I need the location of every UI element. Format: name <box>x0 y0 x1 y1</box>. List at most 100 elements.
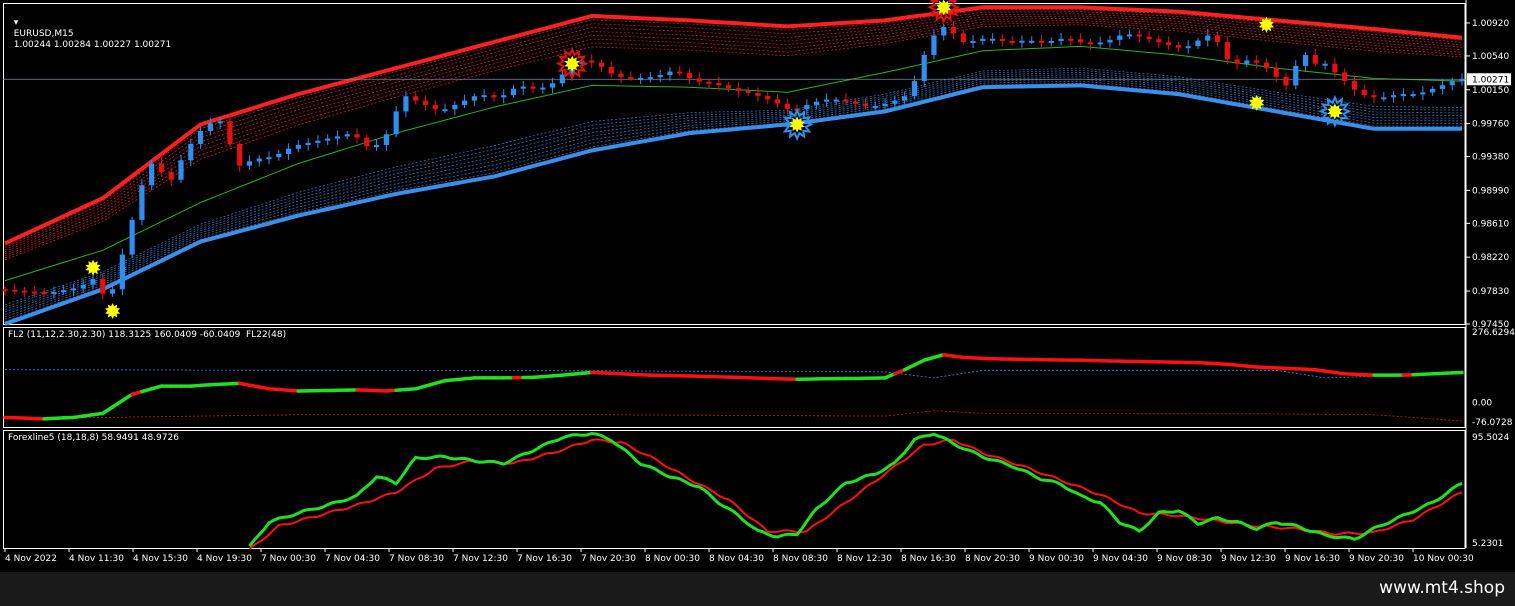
candle-body <box>276 153 282 158</box>
upper-band-inner-line <box>4 24 1463 261</box>
candle-body <box>1390 95 1397 98</box>
candle-body <box>1156 39 1162 43</box>
candle-body <box>530 86 536 89</box>
upper-band-series <box>4 5 1463 246</box>
candle-body <box>1263 62 1270 69</box>
candle-body <box>158 163 165 173</box>
candle-body <box>774 99 781 104</box>
upper-band-inner-line <box>4 22 1463 259</box>
pane-frame-1 <box>3 3 1466 325</box>
upper-band-inner-line <box>4 15 1463 252</box>
candle-body <box>1322 63 1328 66</box>
candle-body <box>1254 60 1260 63</box>
x-tick-label: 9 Nov 04:30 <box>1093 554 1148 564</box>
midline-series <box>4 45 1463 282</box>
candle-body <box>1195 40 1201 47</box>
candle-body <box>51 291 57 294</box>
candle-body <box>246 161 253 166</box>
candle-body <box>853 101 859 104</box>
candle-body <box>119 254 125 290</box>
star-burst-icon <box>105 303 121 319</box>
candle-body <box>540 87 546 90</box>
candle-body <box>325 138 331 141</box>
candle-body <box>90 279 96 285</box>
candle-body <box>716 83 722 86</box>
candle-body <box>305 142 311 146</box>
star-burst-icon <box>85 259 101 276</box>
candle-body <box>1293 65 1299 86</box>
candle-body <box>1185 46 1191 49</box>
fl2-lower-level <box>4 410 1463 422</box>
candle-body <box>1361 89 1367 96</box>
candle-body <box>1234 59 1240 64</box>
candle-body <box>804 104 810 110</box>
chevron-down-icon[interactable]: ▾ <box>14 18 19 28</box>
candle-body <box>1146 36 1152 40</box>
candle-body <box>237 143 243 166</box>
forexline5-indicator-pane <box>248 431 1463 550</box>
candle-body <box>657 75 663 78</box>
candle-body <box>129 219 135 255</box>
candle-body <box>139 185 145 220</box>
candle-body <box>501 95 507 98</box>
forexline-y-tick-label: 95.5024 <box>1472 433 1509 443</box>
candle-body <box>647 77 653 80</box>
x-tick-label: 7 Nov 04:30 <box>325 554 380 564</box>
candle-body <box>902 96 908 101</box>
candle-body <box>843 99 849 102</box>
candle-body <box>168 172 174 180</box>
candle-body <box>207 123 213 131</box>
candle-body <box>256 158 262 162</box>
candle-body <box>510 88 517 96</box>
candle-body <box>1302 55 1309 66</box>
x-tick-label: 7 Nov 00:30 <box>261 554 316 564</box>
x-tick-label: 9 Nov 08:30 <box>1157 554 1212 564</box>
candle-body <box>344 134 350 137</box>
candle-body <box>706 81 712 84</box>
candle-body <box>667 71 673 76</box>
y-tick-label: 0.99760 <box>1472 120 1509 130</box>
x-tick-label: 9 Nov 16:30 <box>1285 554 1340 564</box>
candle-body <box>2 289 8 292</box>
candle-body <box>549 83 556 88</box>
candle-body <box>931 35 937 56</box>
x-tick-label: 8 Nov 00:30 <box>645 554 700 564</box>
candle-body <box>696 78 702 82</box>
candle-body <box>1166 42 1172 46</box>
candle-body <box>755 93 761 96</box>
candle-body <box>383 134 389 146</box>
candle-body <box>1136 34 1142 37</box>
candle-body <box>149 163 155 186</box>
candle-body <box>745 90 751 94</box>
candle-body <box>1038 40 1045 43</box>
x-tick-label: 8 Nov 04:30 <box>709 554 764 564</box>
fl2-indicator-pane <box>3 352 1464 422</box>
candle-body <box>1058 38 1064 41</box>
x-tick-label: 9 Nov 12:30 <box>1221 554 1276 564</box>
candle-body <box>61 290 67 293</box>
candle-body <box>471 96 477 101</box>
x-tick-label: 8 Nov 20:30 <box>965 554 1020 564</box>
x-tick-label: 4 Nov 2022 <box>5 554 57 564</box>
candle-body <box>354 134 360 138</box>
candle-body <box>1342 72 1348 82</box>
candle-body <box>941 26 947 36</box>
main-chart-title: ▾ EURUSD,M15 1.00244 1.00284 1.00227 1.0… <box>8 7 171 51</box>
candle-body <box>892 100 898 104</box>
y-tick-label: 0.98610 <box>1472 219 1509 229</box>
lower-band-inner-line <box>4 71 1463 310</box>
candle-body <box>403 96 409 112</box>
candle-body <box>422 100 429 105</box>
candle-body <box>1048 40 1054 43</box>
candle-body <box>178 160 184 180</box>
candle-body <box>1410 94 1416 97</box>
candle-body <box>1107 39 1113 43</box>
candle-body <box>334 136 341 139</box>
candle-body <box>911 81 918 97</box>
candle-body <box>559 74 565 84</box>
candle-body <box>442 109 448 112</box>
x-tick-label: 10 Nov 00:30 <box>1413 554 1474 564</box>
candle-body <box>765 95 771 100</box>
candle-body <box>364 137 370 147</box>
candle-body <box>823 99 829 102</box>
